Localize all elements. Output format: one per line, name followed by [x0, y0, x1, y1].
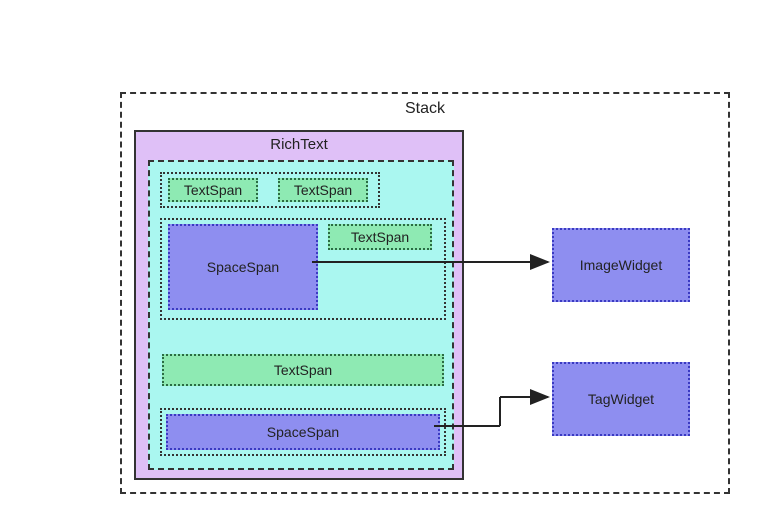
stack-container: Stack RichText TextSpan TextSpan TextSpa…	[120, 92, 730, 494]
textspan-2: TextSpan	[278, 178, 368, 202]
textspan-label: TextSpan	[294, 182, 352, 198]
spacespan-label: SpaceSpan	[207, 259, 279, 275]
image-widget: ImageWidget	[552, 228, 690, 302]
textspan-4: TextSpan	[162, 354, 444, 386]
spacespan-2: SpaceSpan	[166, 414, 440, 450]
textspan-3: TextSpan	[328, 224, 432, 250]
spacespan-label: SpaceSpan	[267, 424, 339, 440]
textspan-1: TextSpan	[168, 178, 258, 202]
widget-label: ImageWidget	[580, 257, 662, 273]
textspan-label: TextSpan	[274, 362, 332, 378]
textspan-label: TextSpan	[351, 229, 409, 245]
richtext-title: RichText	[136, 136, 462, 153]
richtext-container: RichText TextSpan TextSpan TextSpan Spac…	[134, 130, 464, 480]
textspan-label: TextSpan	[184, 182, 242, 198]
span-container: TextSpan TextSpan TextSpan SpaceSpan Tex…	[148, 160, 454, 470]
widget-label: TagWidget	[588, 391, 654, 407]
stack-title: Stack	[122, 100, 728, 118]
tag-widget: TagWidget	[552, 362, 690, 436]
spacespan-1: SpaceSpan	[168, 224, 318, 310]
